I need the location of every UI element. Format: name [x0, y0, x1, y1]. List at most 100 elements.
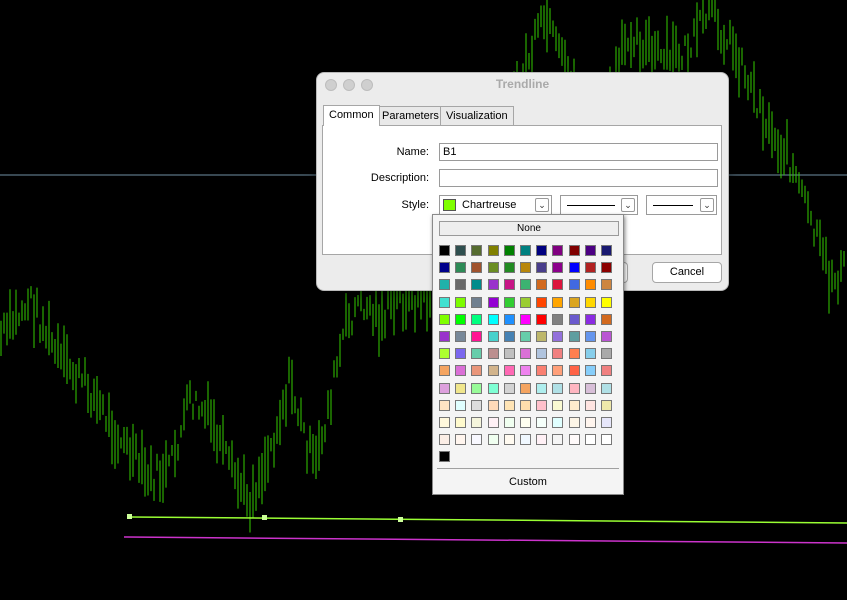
color-swatch[interactable] — [471, 262, 483, 274]
color-swatch[interactable] — [536, 434, 548, 446]
color-swatch[interactable] — [520, 382, 531, 394]
color-swatch[interactable] — [471, 348, 483, 360]
color-swatch[interactable] — [520, 348, 531, 360]
no-color-button[interactable]: None — [439, 221, 619, 236]
tab-common[interactable]: Common — [323, 105, 380, 126]
tab-visualization[interactable]: Visualization — [440, 106, 514, 125]
color-swatch[interactable] — [487, 279, 499, 291]
color-swatch[interactable] — [455, 331, 467, 342]
color-swatch[interactable] — [487, 382, 499, 394]
color-swatch[interactable] — [552, 365, 564, 377]
color-swatch[interactable] — [601, 365, 612, 377]
color-swatch[interactable] — [439, 348, 450, 360]
color-swatch[interactable] — [439, 262, 450, 274]
color-swatch[interactable] — [503, 399, 515, 411]
color-swatch[interactable] — [455, 434, 467, 446]
color-swatch[interactable] — [601, 417, 612, 428]
color-swatch[interactable] — [568, 296, 580, 308]
color-swatch[interactable] — [536, 348, 548, 360]
line-style-select[interactable]: ⌄ — [560, 195, 638, 215]
color-swatch[interactable] — [584, 365, 596, 377]
color-swatch[interactable] — [584, 245, 596, 256]
color-swatch[interactable] — [471, 245, 483, 256]
color-swatch[interactable] — [601, 262, 612, 274]
color-swatch[interactable] — [520, 245, 531, 256]
color-swatch[interactable] — [552, 245, 564, 256]
color-swatch[interactable] — [487, 245, 499, 256]
name-field[interactable]: B1 — [439, 143, 718, 161]
color-swatch[interactable] — [439, 451, 450, 463]
color-swatch[interactable] — [584, 348, 596, 360]
color-swatch[interactable] — [601, 348, 612, 360]
color-swatch[interactable] — [471, 331, 483, 342]
color-swatch[interactable] — [503, 279, 515, 291]
color-swatch[interactable] — [584, 296, 596, 308]
color-swatch[interactable] — [471, 382, 483, 394]
color-swatch[interactable] — [471, 417, 483, 428]
color-swatch[interactable] — [439, 382, 450, 394]
color-swatch[interactable] — [487, 417, 499, 428]
color-swatch[interactable] — [455, 399, 467, 411]
color-swatch[interactable] — [584, 331, 596, 342]
color-swatch[interactable] — [471, 279, 483, 291]
color-swatch[interactable] — [487, 313, 499, 325]
color-swatch[interactable] — [520, 331, 531, 342]
color-swatch[interactable] — [520, 365, 531, 377]
color-swatch[interactable] — [503, 434, 515, 446]
color-swatch[interactable] — [503, 296, 515, 308]
color-swatch[interactable] — [536, 399, 548, 411]
color-swatch[interactable] — [584, 313, 596, 325]
color-swatch[interactable] — [568, 331, 580, 342]
color-swatch[interactable] — [568, 348, 580, 360]
color-swatch[interactable] — [471, 399, 483, 411]
color-swatch[interactable] — [503, 417, 515, 428]
color-swatch[interactable] — [568, 279, 580, 291]
color-swatch[interactable] — [471, 434, 483, 446]
color-swatch[interactable] — [487, 348, 499, 360]
color-swatch[interactable] — [584, 262, 596, 274]
color-swatch[interactable] — [520, 434, 531, 446]
color-swatch[interactable] — [455, 245, 467, 256]
color-swatch[interactable] — [536, 417, 548, 428]
custom-color-button[interactable]: Custom — [433, 476, 623, 488]
color-swatch[interactable] — [455, 296, 467, 308]
color-swatch[interactable] — [503, 262, 515, 274]
color-swatch[interactable] — [520, 296, 531, 308]
color-swatch[interactable] — [487, 434, 499, 446]
color-swatch[interactable] — [439, 331, 450, 342]
color-swatch[interactable] — [520, 262, 531, 274]
color-swatch[interactable] — [487, 399, 499, 411]
trendline-anchor-left[interactable] — [127, 514, 132, 519]
color-swatch[interactable] — [552, 262, 564, 274]
color-swatch[interactable] — [487, 262, 499, 274]
color-swatch[interactable] — [487, 296, 499, 308]
color-swatch[interactable] — [471, 296, 483, 308]
color-swatch[interactable] — [601, 296, 612, 308]
cancel-button[interactable]: Cancel — [652, 262, 722, 283]
color-swatch[interactable] — [601, 434, 612, 446]
description-field[interactable] — [439, 169, 718, 187]
chevron-down-icon[interactable]: ⌄ — [621, 198, 635, 212]
color-swatch[interactable] — [439, 245, 450, 256]
color-swatch[interactable] — [536, 262, 548, 274]
color-swatch[interactable] — [584, 417, 596, 428]
color-swatch[interactable] — [552, 434, 564, 446]
color-swatch[interactable] — [601, 245, 612, 256]
color-swatch[interactable] — [601, 382, 612, 394]
tab-parameters[interactable]: Parameters — [376, 106, 445, 125]
color-swatch[interactable] — [584, 434, 596, 446]
color-swatch[interactable] — [455, 279, 467, 291]
color-swatch[interactable] — [503, 382, 515, 394]
color-swatch[interactable] — [503, 245, 515, 256]
color-swatch[interactable] — [455, 417, 467, 428]
color-swatch[interactable] — [552, 279, 564, 291]
color-swatch[interactable] — [455, 365, 467, 377]
color-swatch[interactable] — [455, 348, 467, 360]
color-swatch[interactable] — [601, 313, 612, 325]
color-swatch[interactable] — [568, 245, 580, 256]
color-swatch[interactable] — [487, 331, 499, 342]
color-swatch[interactable] — [439, 399, 450, 411]
trendline-anchor-right[interactable] — [398, 517, 403, 522]
color-swatch[interactable] — [503, 365, 515, 377]
color-swatch[interactable] — [601, 331, 612, 342]
